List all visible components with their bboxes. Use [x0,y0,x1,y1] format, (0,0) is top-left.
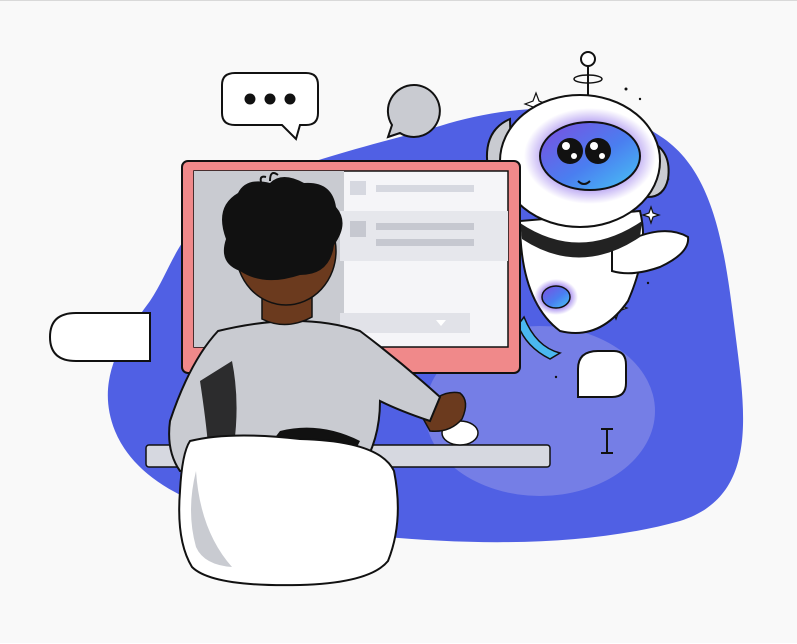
speech-bubble-icon [48,312,151,362]
speech-bubble-icon [577,350,627,398]
illustration-frame [0,0,797,643]
chair [178,434,399,587]
speech-bubble-icon [386,83,441,139]
illustration-canvas [48,51,744,587]
chat-bubble-ellipsis-icon [221,72,319,141]
